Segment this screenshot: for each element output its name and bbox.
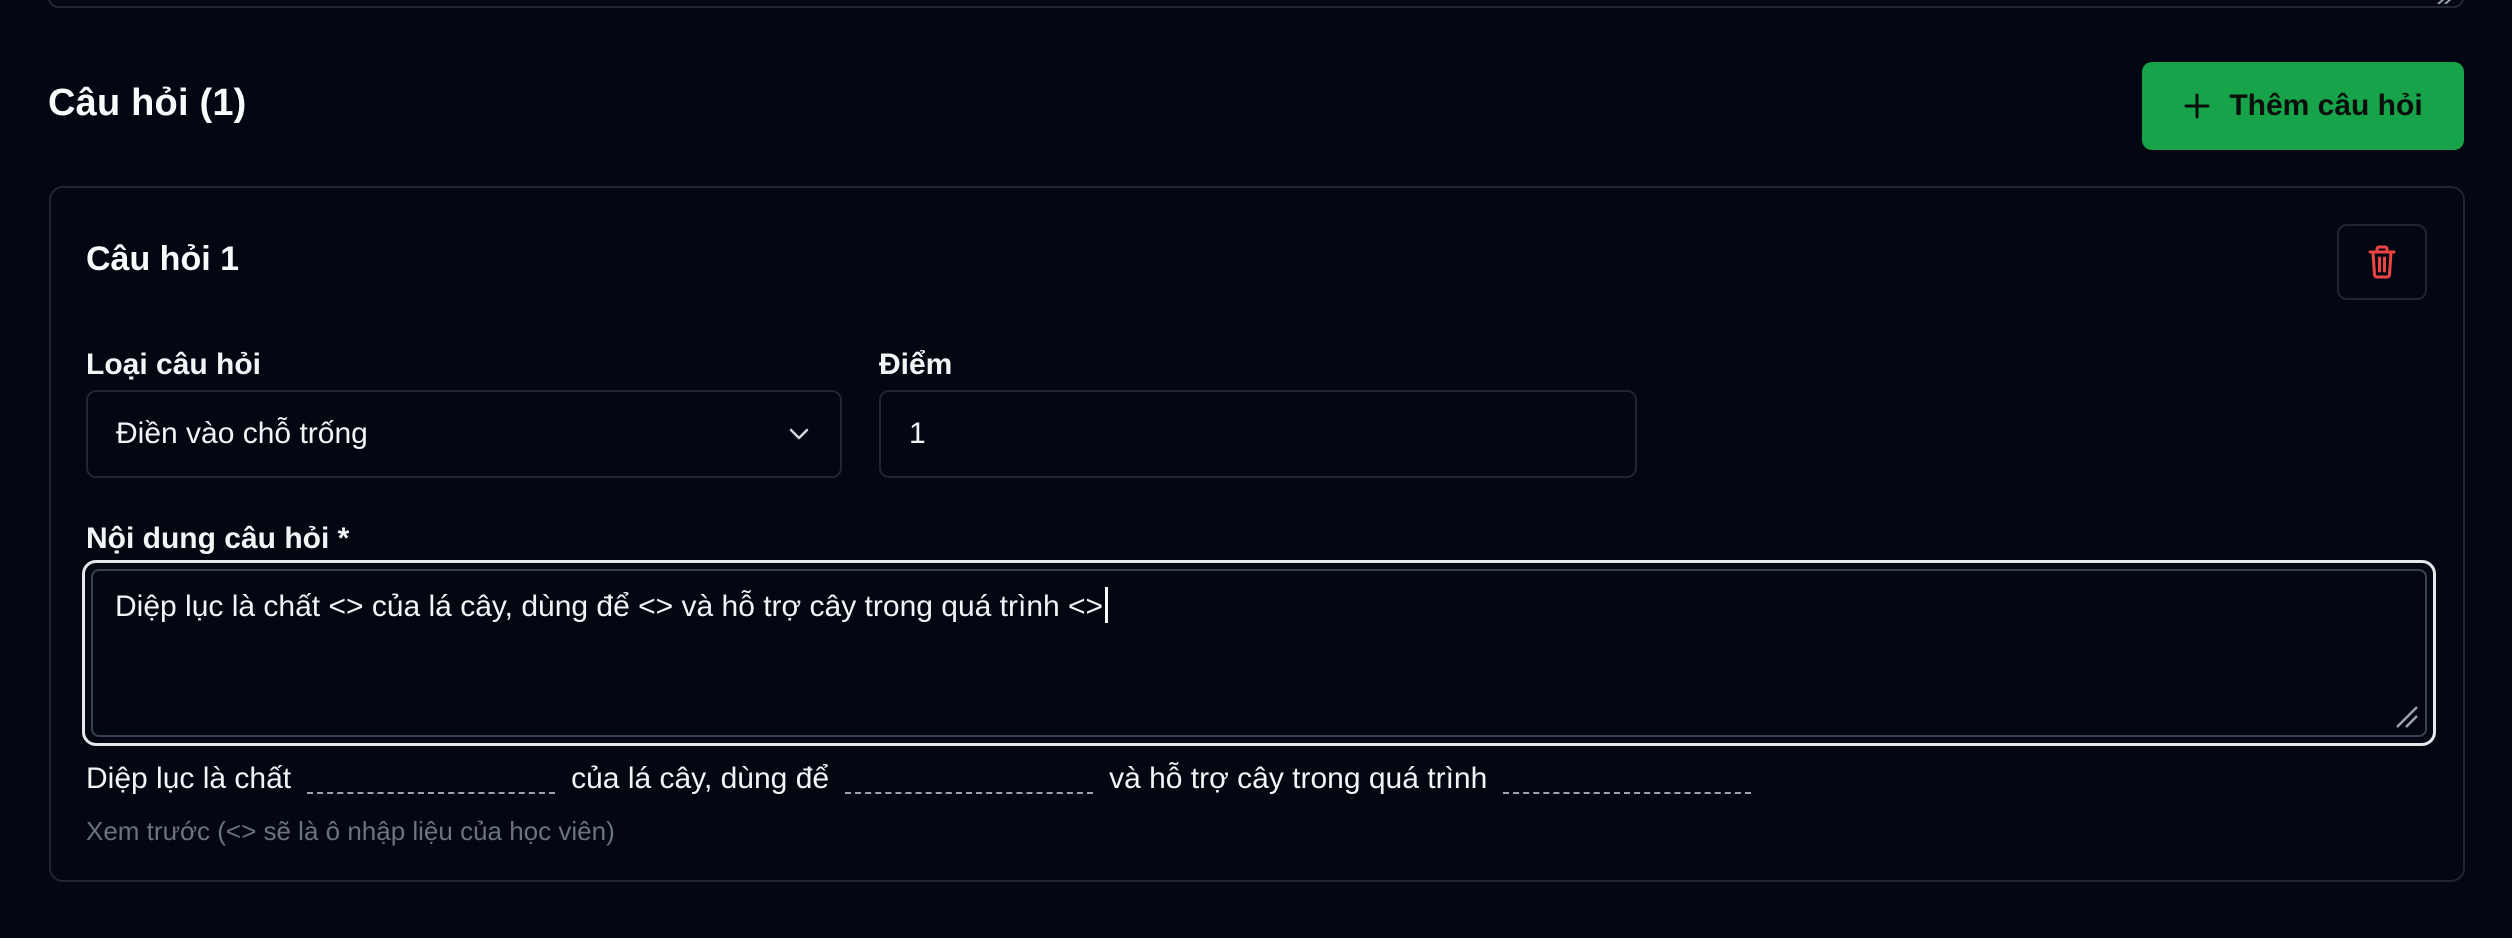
- points-label: Điểm: [879, 348, 953, 381]
- questions-section-header: Câu hỏi (1) Thêm câu hỏi: [48, 62, 2464, 152]
- preview-hint: Xem trước (<> sẽ là ô nhập liệu của học …: [86, 816, 615, 846]
- points-input[interactable]: 1: [879, 390, 1637, 478]
- resize-grip-icon[interactable]: [2393, 703, 2419, 729]
- question-type-value: Điền vào chỗ trống: [116, 417, 368, 450]
- trash-icon: [2368, 245, 2396, 279]
- fill-in-preview: Diệp lục là chất của lá cây, dùng để và …: [86, 762, 1767, 796]
- plus-icon: [2184, 93, 2210, 119]
- preview-blank-input[interactable]: [1503, 792, 1752, 794]
- question-title: Câu hỏi 1: [86, 240, 240, 278]
- preview-segment: và hỗ trợ cây trong quá trình: [1109, 762, 1488, 795]
- section-title: Câu hỏi (1): [48, 82, 247, 124]
- question-type-label: Loại câu hỏi: [86, 348, 262, 381]
- question-card: Câu hỏi 1 Loại câu hỏi Điền vào chỗ trốn…: [49, 186, 2465, 882]
- chevron-down-icon: [789, 428, 809, 440]
- add-question-button[interactable]: Thêm câu hỏi: [2142, 62, 2464, 150]
- preview-blank-input[interactable]: [845, 792, 1094, 794]
- preview-blank-input[interactable]: [307, 792, 556, 794]
- question-content-label: Nội dung câu hỏi *: [86, 522, 350, 555]
- resize-grip-icon[interactable]: [2434, 0, 2452, 4]
- question-content-textarea[interactable]: Diệp lục là chất <> của lá cây, dùng để …: [82, 560, 2436, 746]
- question-type-select[interactable]: Điền vào chỗ trống: [86, 390, 842, 478]
- delete-question-button[interactable]: [2337, 224, 2427, 300]
- preview-segment: Diệp lục là chất: [86, 762, 292, 795]
- preview-segment: của lá cây, dùng để: [571, 762, 830, 795]
- question-content-value: Diệp lục là chất <> của lá cây, dùng để …: [115, 590, 1104, 623]
- add-question-label: Thêm câu hỏi: [2229, 89, 2423, 122]
- previous-textarea-edge: [48, 0, 2464, 8]
- text-caret: [1105, 587, 1109, 623]
